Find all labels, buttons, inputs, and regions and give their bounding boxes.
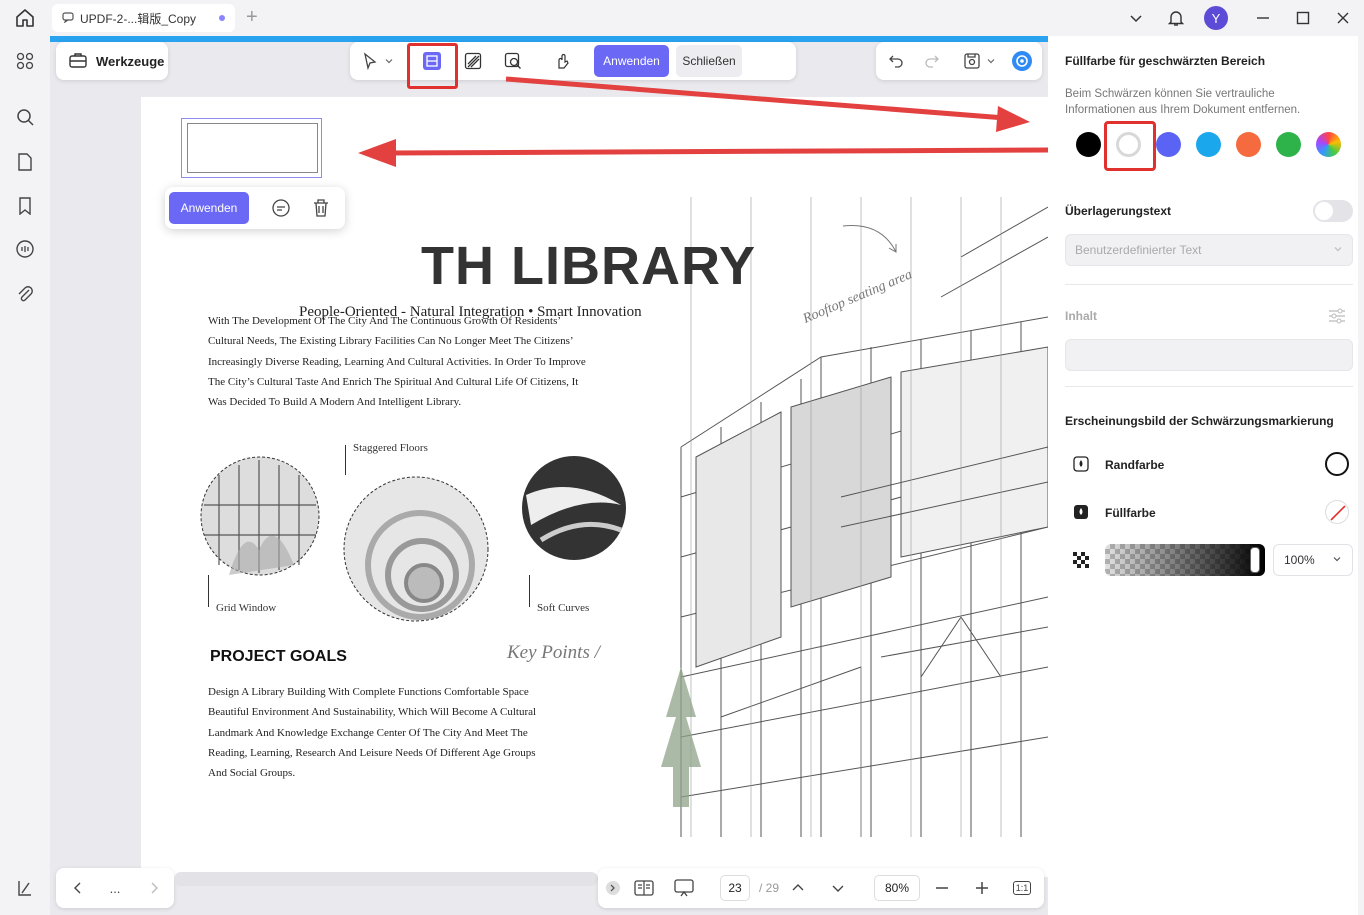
content-input[interactable] [1065,339,1353,371]
overlay-text-select[interactable]: Benutzerdefinierter Text [1065,234,1353,266]
chevron-left-icon[interactable] [66,876,90,900]
chevron-down-icon[interactable] [1124,6,1148,30]
document-area: Werkzeuge Anwenden Schließen Rooftop sea… [50,36,1048,915]
chevron-down-icon [1333,243,1343,257]
color-swatch-orange[interactable] [1236,132,1261,157]
home-icon[interactable] [14,7,36,29]
title-bar: UPDF-2-...辑版_Copy + Y [0,0,1364,36]
divider [1065,284,1353,285]
overlay-text-value: Benutzerdefinierter Text [1075,243,1202,257]
search-icon[interactable] [14,106,36,128]
page-controls: 23 / 29 80% 1:1 [598,868,1044,908]
presentation-icon[interactable] [672,876,696,900]
chevron-down-icon [1332,553,1342,567]
page-layout-icon[interactable] [632,876,656,900]
fill-color-label: Füllfarbe [1105,506,1156,520]
overlay-text-label: Überlagerungstext [1065,204,1172,218]
bell-icon[interactable] [1164,6,1188,30]
appearance-title: Erscheinungsbild der Schwärzungsmarkieru… [1065,414,1334,428]
left-sidebar [0,36,50,915]
layers-icon[interactable] [14,877,36,899]
divider [1065,386,1353,387]
opacity-slider[interactable] [1105,544,1265,576]
border-color-label: Randfarbe [1105,458,1165,472]
color-swatch-cyan[interactable] [1196,132,1221,157]
maximize-icon[interactable] [1291,6,1315,30]
border-color-swatch[interactable] [1325,452,1349,476]
annotation-arrows [358,76,1048,167]
fill-color-swatch[interactable] [1325,500,1349,524]
collapse-icon[interactable] [604,876,622,900]
chevron-up-icon[interactable] [786,876,810,900]
document-tab[interactable]: UPDF-2-...辑版_Copy [52,4,235,32]
color-swatch-green[interactable] [1276,132,1301,157]
total-pages: / 29 [758,881,779,895]
page-icon[interactable] [14,151,36,173]
comments-icon[interactable] [14,238,36,260]
selected-swatch-highlight [1104,121,1156,171]
opacity-select[interactable]: 100% [1273,544,1353,576]
bookmark-icon[interactable] [14,195,36,217]
actual-size-button[interactable]: 1:1 [1010,876,1034,900]
minimize-icon[interactable] [1251,6,1275,30]
horizontal-scrollbar[interactable] [174,872,598,886]
redaction-properties-panel: Füllfarbe für geschwärzten Bereich Beim … [1048,36,1364,915]
unsaved-dot [219,15,225,21]
opacity-icon [1072,551,1090,569]
zoom-level[interactable]: 80% [874,875,920,901]
opacity-value: 100% [1284,553,1315,567]
close-icon[interactable] [1331,6,1355,30]
overlay-text-toggle[interactable] [1313,200,1353,222]
content-label: Inhalt [1065,309,1097,323]
color-picker-swatch[interactable] [1316,132,1341,157]
zoom-out-icon[interactable] [930,876,954,900]
page-nav-left: ... [56,868,174,908]
color-swatch-black[interactable] [1076,132,1101,157]
chevron-down-icon[interactable] [826,876,850,900]
actual-size-label: 1:1 [1012,881,1032,895]
more-button[interactable]: ... [103,876,127,900]
zoom-in-icon[interactable] [970,876,994,900]
attachment-icon[interactable] [14,283,36,305]
color-swatch-blue[interactable] [1156,132,1181,157]
fill-color-icon [1072,503,1090,521]
fill-color-description: Beim Schwärzen können Sie vertrauliche I… [1065,88,1301,116]
border-color-icon [1072,455,1090,473]
fill-color-title: Füllfarbe für geschwärzten Bereich [1065,54,1266,68]
tab-title: UPDF-2-...辑版_Copy [80,11,197,26]
opacity-slider-thumb[interactable] [1250,547,1260,573]
panel-scrollbar[interactable] [1358,36,1364,915]
page-number-input[interactable]: 23 [720,875,750,901]
chevron-right-icon[interactable] [142,876,166,900]
avatar[interactable]: Y [1204,6,1228,30]
add-tab-button[interactable]: + [246,6,258,28]
comment-icon [62,11,74,26]
thumbnails-icon[interactable] [14,50,36,72]
sliders-icon[interactable] [1327,306,1347,329]
